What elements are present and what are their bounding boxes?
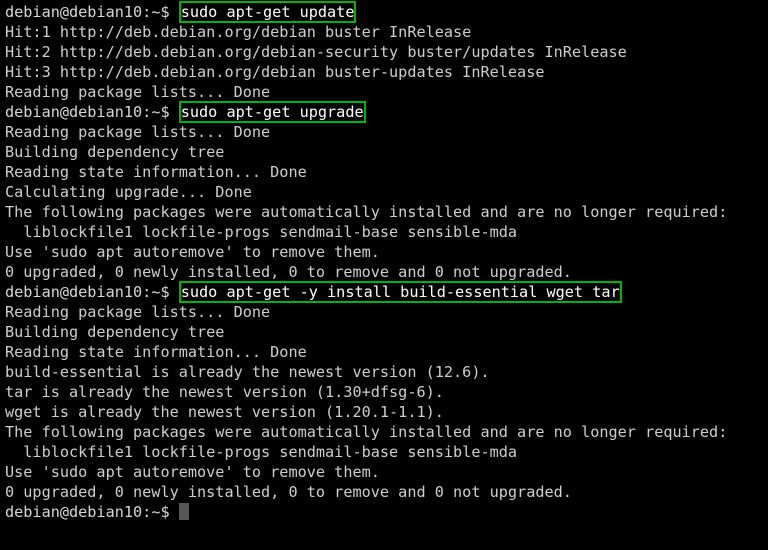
terminal-line: debian@debian10:~$ sudo apt-get update (5, 1, 768, 23)
output-text: tar is already the newest version (1.30+… (5, 383, 444, 401)
output-text: Building dependency tree (5, 323, 225, 341)
terminal-line: 0 upgraded, 0 newly installed, 0 to remo… (5, 482, 768, 502)
output-text: Hit:3 http://deb.debian.org/debian buste… (5, 63, 545, 81)
output-text: 0 upgraded, 0 newly installed, 0 to remo… (5, 483, 572, 501)
command-text: sudo apt-get -y install build-essential … (180, 283, 620, 301)
terminal-screen[interactable]: debian@debian10:~$ sudo apt-get update Hi… (5, 1, 768, 550)
shell-prompt: debian@debian10:~$ (5, 283, 179, 301)
text-cursor[interactable] (178, 503, 189, 520)
output-text: The following packages were automaticall… (5, 423, 728, 441)
output-text: liblockfile1 lockfile-progs sendmail-bas… (5, 443, 518, 461)
command-highlight-box: sudo apt-get upgrade (178, 101, 366, 123)
shell-prompt: debian@debian10:~$ (5, 503, 179, 521)
output-text: The following packages were automaticall… (5, 203, 728, 221)
terminal-line: liblockfile1 lockfile-progs sendmail-bas… (5, 222, 768, 242)
terminal-window[interactable]: debian@debian10:~$ sudo apt-get update Hi… (0, 0, 768, 550)
output-text: 0 upgraded, 0 newly installed, 0 to remo… (5, 263, 572, 281)
command-highlight-box: sudo apt-get -y install build-essential … (178, 281, 622, 303)
output-text: Calculating upgrade... Done (5, 183, 252, 201)
command-text: sudo apt-get update (180, 3, 355, 21)
terminal-line: Hit:2 http://deb.debian.org/debian-secur… (5, 42, 768, 62)
terminal-line: Hit:1 http://deb.debian.org/debian buste… (5, 22, 768, 42)
terminal-line: Use 'sudo apt autoremove' to remove them… (5, 462, 768, 482)
output-text: Use 'sudo apt autoremove' to remove them… (5, 243, 380, 261)
output-text: liblockfile1 lockfile-progs sendmail-bas… (5, 223, 518, 241)
output-text: Hit:1 http://deb.debian.org/debian buste… (5, 23, 472, 41)
output-text: Reading package lists... Done (5, 303, 271, 321)
terminal-line: Use 'sudo apt autoremove' to remove them… (5, 242, 768, 262)
shell-prompt: debian@debian10:~$ (5, 103, 179, 121)
output-text: Reading package lists... Done (5, 123, 271, 141)
output-text: build-essential is already the newest ve… (5, 363, 490, 381)
output-text: Building dependency tree (5, 143, 225, 161)
terminal-line: liblockfile1 lockfile-progs sendmail-bas… (5, 442, 768, 462)
command-text: sudo apt-get upgrade (180, 103, 364, 121)
shell-prompt: debian@debian10:~$ (5, 3, 179, 21)
terminal-line: Reading package lists... Done (5, 122, 768, 142)
terminal-line: Reading package lists... Done (5, 302, 768, 322)
output-text: Hit:2 http://deb.debian.org/debian-secur… (5, 43, 627, 61)
terminal-line: debian@debian10:~$ sudo apt-get -y insta… (5, 281, 768, 303)
terminal-line: Reading package lists... Done (5, 82, 768, 102)
terminal-line: build-essential is already the newest ve… (5, 362, 768, 382)
output-text: wget is already the newest version (1.20… (5, 403, 444, 421)
terminal-line: debian@debian10:~$ sudo apt-get upgrade (5, 101, 768, 123)
output-text: Reading state information... Done (5, 163, 307, 181)
terminal-line: debian@debian10:~$ (5, 502, 768, 522)
terminal-line: Reading state information... Done (5, 342, 768, 362)
terminal-line: Building dependency tree (5, 142, 768, 162)
terminal-line: Building dependency tree (5, 322, 768, 342)
output-text: Reading package lists... Done (5, 83, 271, 101)
terminal-line: Reading state information... Done (5, 162, 768, 182)
terminal-line: Hit:3 http://deb.debian.org/debian buste… (5, 62, 768, 82)
terminal-line: Calculating upgrade... Done (5, 182, 768, 202)
terminal-line: The following packages were automaticall… (5, 422, 768, 442)
command-highlight-box: sudo apt-get update (178, 1, 357, 23)
terminal-line: tar is already the newest version (1.30+… (5, 382, 768, 402)
terminal-line: 0 upgraded, 0 newly installed, 0 to remo… (5, 262, 768, 282)
terminal-line: The following packages were automaticall… (5, 202, 768, 222)
terminal-line: wget is already the newest version (1.20… (5, 402, 768, 422)
output-text: Reading state information... Done (5, 343, 307, 361)
output-text: Use 'sudo apt autoremove' to remove them… (5, 463, 380, 481)
